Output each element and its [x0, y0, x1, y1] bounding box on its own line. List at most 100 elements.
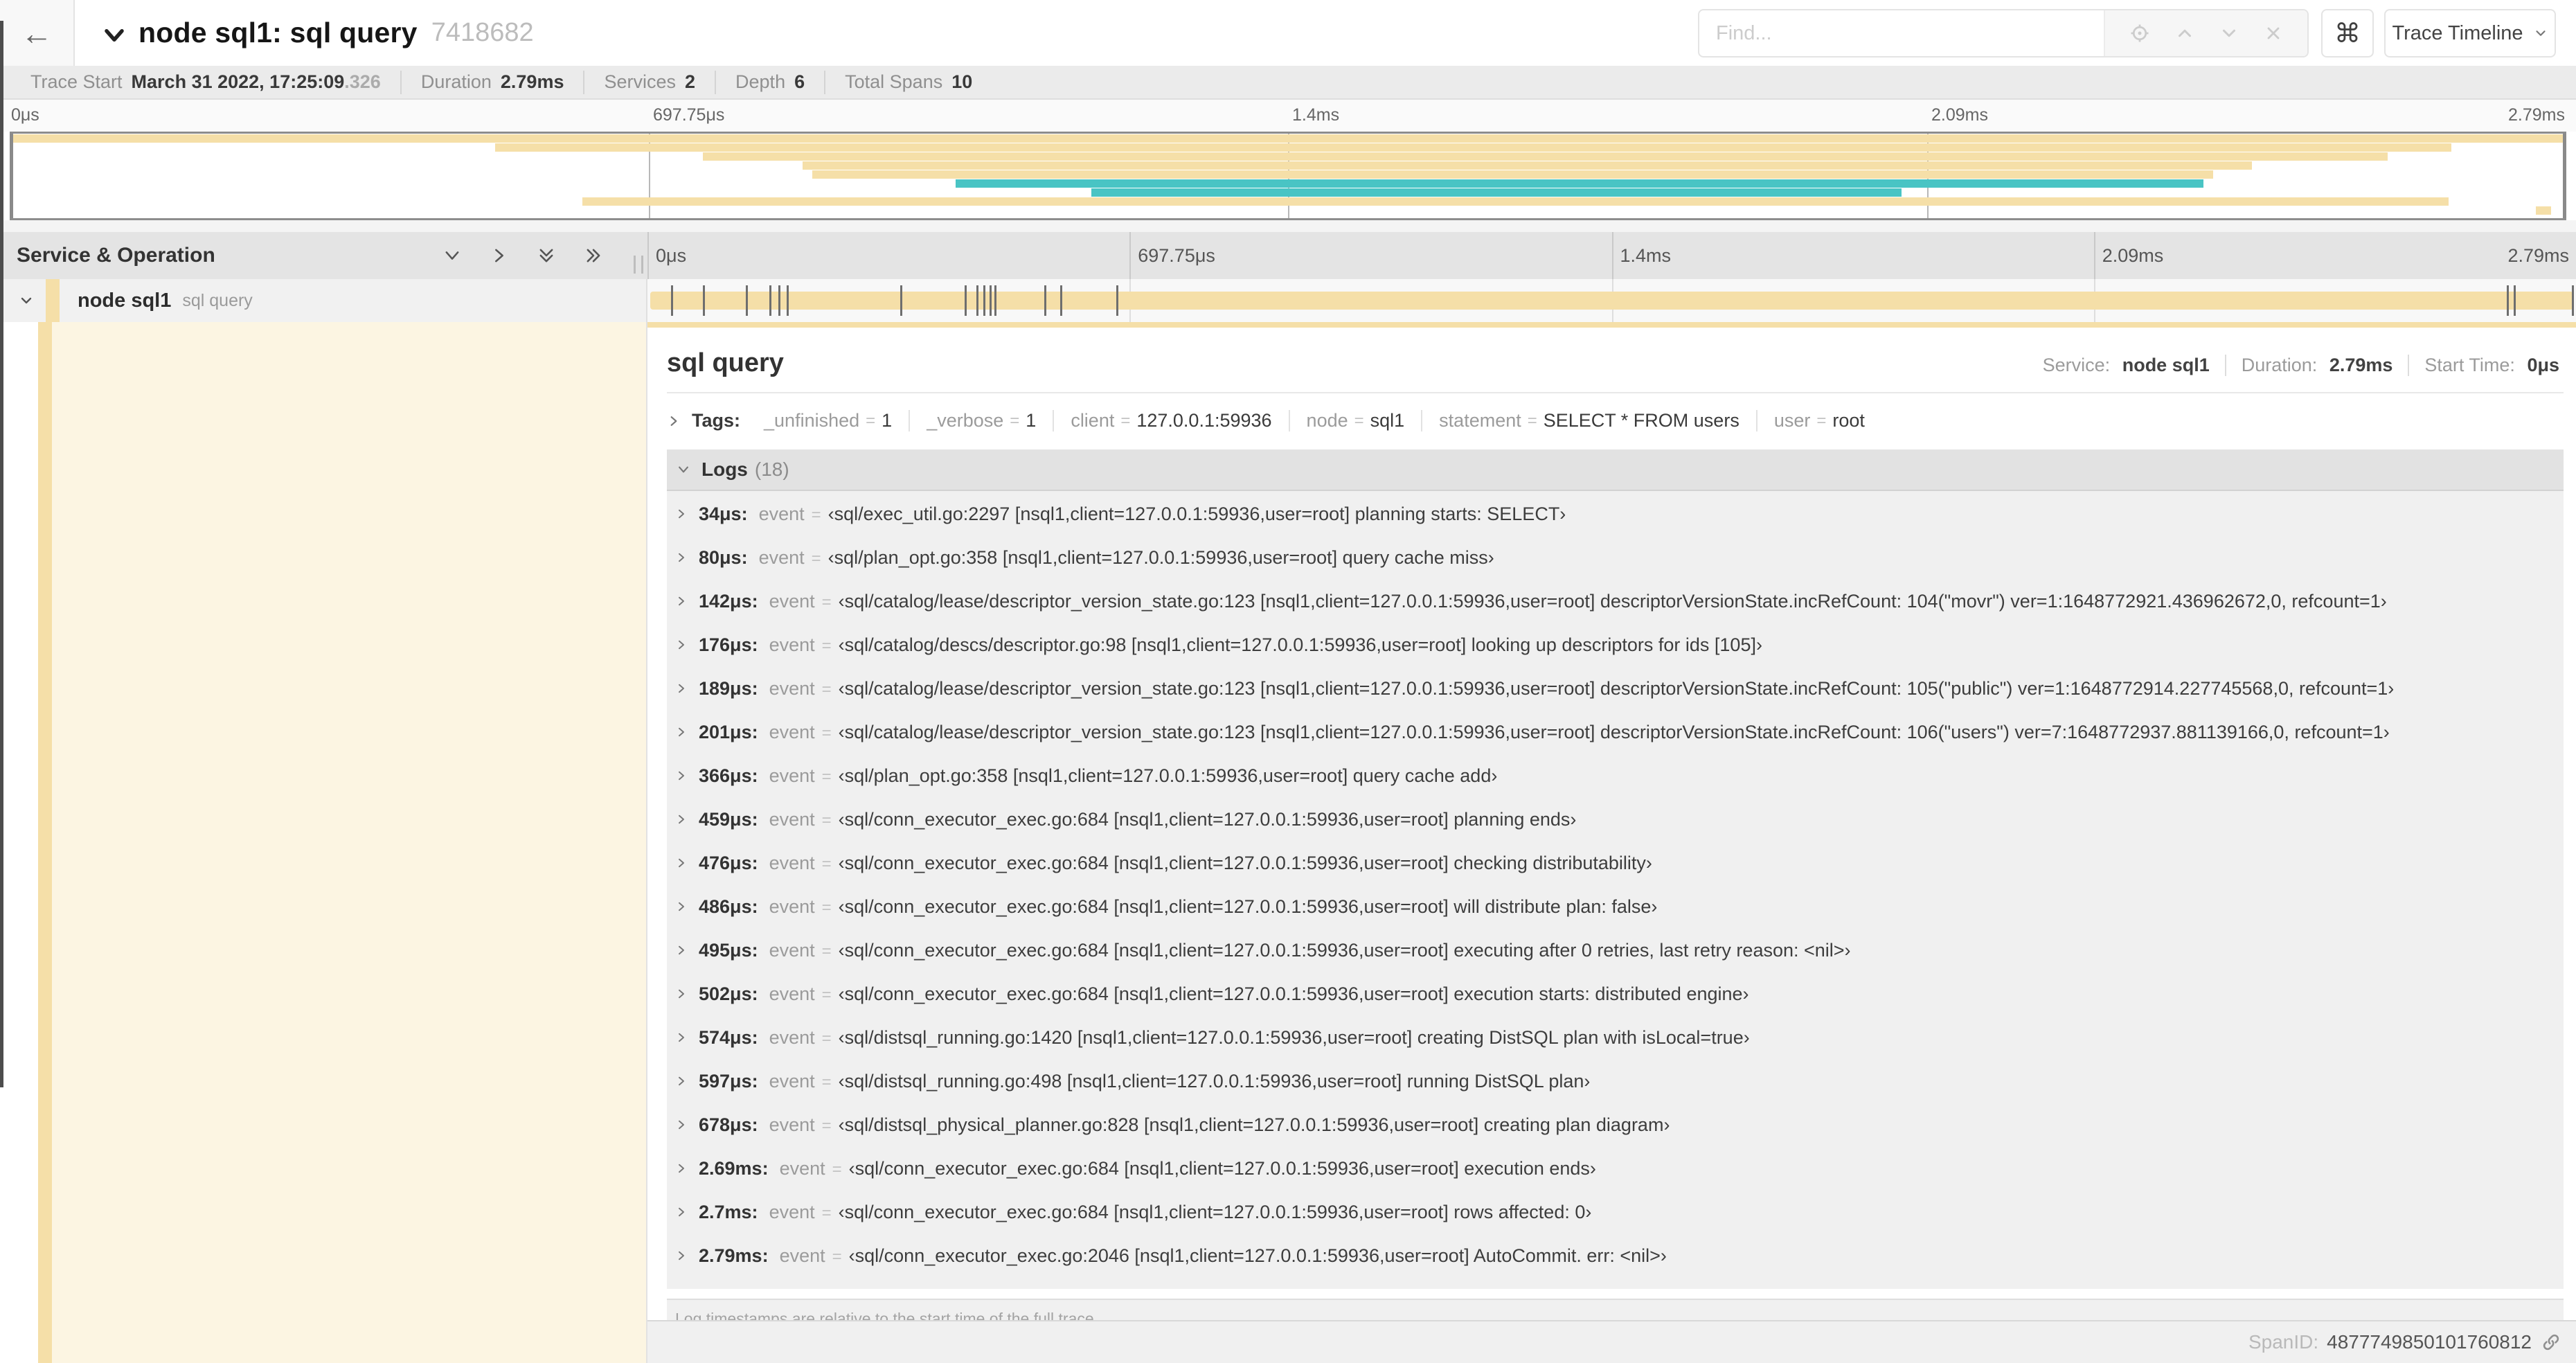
log-marker-tick[interactable] [1116, 285, 1118, 316]
chevron-right-icon[interactable] [675, 769, 688, 782]
log-row[interactable]: 176μs: event = ‹sql/catalog/descs/descri… [667, 634, 2564, 678]
chevron-right-icon[interactable] [675, 726, 688, 738]
find-input[interactable] [1699, 10, 2104, 56]
log-timestamp: 502μs: [699, 983, 758, 1004]
link-icon[interactable] [2541, 1333, 2561, 1352]
chevron-right-icon[interactable] [675, 813, 688, 826]
chevron-right-icon[interactable] [675, 1249, 688, 1262]
log-field-key: event [779, 1158, 825, 1179]
back-button[interactable]: ← [0, 0, 75, 67]
minimap-span-bar [702, 152, 2388, 161]
collapse-all-icon[interactable] [537, 246, 556, 265]
span-collapse-chevron-icon[interactable] [18, 292, 35, 309]
log-row[interactable]: 476μs: event = ‹sql/conn_executor_exec.g… [667, 853, 2564, 896]
log-row[interactable]: 142μs: event = ‹sql/catalog/lease/descri… [667, 591, 2564, 634]
log-marker-tick[interactable] [670, 285, 673, 316]
keyboard-shortcuts-button[interactable]: ⌘ [2321, 9, 2374, 57]
log-marker-tick[interactable] [1059, 285, 1062, 316]
log-row[interactable]: 189μs: event = ‹sql/catalog/lease/descri… [667, 678, 2564, 722]
find-prev-icon[interactable] [2174, 23, 2195, 44]
log-marker-tick[interactable] [2507, 285, 2510, 316]
log-marker-tick[interactable] [702, 285, 705, 316]
span-name-cell[interactable]: node sql1 sql query [0, 279, 647, 322]
chevron-right-icon[interactable] [675, 1119, 688, 1131]
tag-item: client = 127.0.0.1:59936 [1054, 410, 1290, 431]
log-marker-tick[interactable] [778, 285, 780, 316]
log-row[interactable]: 459μs: event = ‹sql/conn_executor_exec.g… [667, 809, 2564, 853]
chevron-right-icon[interactable] [675, 508, 688, 520]
chevron-right-icon[interactable] [675, 857, 688, 869]
logs-count: (18) [754, 458, 789, 480]
log-marker-tick[interactable] [1044, 285, 1046, 316]
minimap-canvas[interactable] [10, 132, 2566, 220]
minimap-left-drag-handle[interactable] [10, 134, 13, 218]
chevron-right-icon[interactable] [675, 639, 688, 651]
chevron-right-icon[interactable] [667, 414, 681, 428]
log-row[interactable]: 2.69ms: event = ‹sql/conn_executor_exec.… [667, 1158, 2564, 1202]
log-marker-tick[interactable] [990, 285, 992, 316]
log-row[interactable]: 34μs: event = ‹sql/exec_util.go:2297 [ns… [667, 504, 2564, 547]
minimap-tick-label: 1.4ms [1292, 105, 1340, 125]
log-row[interactable]: 486μs: event = ‹sql/conn_executor_exec.g… [667, 896, 2564, 940]
trace-summary-bar: Trace Start March 31 2022, 17:25:09 .326… [0, 66, 2576, 100]
minimap-tick-label: 697.75μs [653, 105, 725, 125]
log-marker-tick[interactable] [2514, 285, 2516, 316]
left-scrollbar[interactable] [0, 21, 3, 1087]
chevron-right-icon[interactable] [675, 1206, 688, 1218]
log-row[interactable]: 2.7ms: event = ‹sql/conn_executor_exec.g… [667, 1202, 2564, 1245]
chevron-right-icon[interactable] [675, 1162, 688, 1175]
tag-equals: = [1120, 411, 1131, 430]
expand-all-icon[interactable] [584, 246, 603, 265]
logs-label: Logs [701, 458, 748, 480]
chevron-right-icon[interactable] [675, 988, 688, 1000]
log-row[interactable]: 201μs: event = ‹sql/catalog/lease/descri… [667, 722, 2564, 765]
minimap-right-drag-handle[interactable] [2563, 134, 2566, 218]
chevron-right-icon[interactable] [675, 900, 688, 913]
log-row[interactable]: 495μs: event = ‹sql/conn_executor_exec.g… [667, 940, 2564, 983]
locate-icon[interactable] [2129, 23, 2150, 44]
span-timeline-track[interactable] [647, 279, 2576, 322]
chevron-right-icon[interactable] [675, 944, 688, 956]
log-marker-tick[interactable] [786, 285, 789, 316]
log-field-value: ‹sql/conn_executor_exec.go:684 [nsql1,cl… [838, 809, 1577, 830]
column-resizer-grip[interactable] [634, 256, 643, 274]
log-row[interactable]: 80μs: event = ‹sql/plan_opt.go:358 [nsql… [667, 547, 2564, 591]
span-duration-bar[interactable] [650, 292, 2573, 310]
chevron-right-icon[interactable] [675, 1075, 688, 1087]
log-row[interactable]: 678μs: event = ‹sql/distsql_physical_pla… [667, 1114, 2564, 1158]
chevron-right-icon[interactable] [675, 551, 688, 564]
logs-header[interactable]: Logs (18) [667, 449, 2564, 491]
log-marker-tick[interactable] [745, 285, 748, 316]
collapse-one-icon[interactable] [442, 246, 462, 265]
log-marker-tick[interactable] [994, 285, 997, 316]
minimap-row [10, 206, 2566, 215]
chevron-right-icon[interactable] [675, 682, 688, 695]
log-row[interactable]: 574μs: event = ‹sql/distsql_running.go:1… [667, 1027, 2564, 1071]
summary-value: 10 [951, 71, 973, 92]
find-next-icon[interactable] [2219, 23, 2239, 44]
find-clear-icon[interactable] [2264, 24, 2283, 43]
log-marker-tick[interactable] [769, 285, 771, 316]
log-marker-tick[interactable] [900, 285, 903, 316]
tags-row[interactable]: Tags: _unfinished = 1 _verbose = 1 clien… [647, 393, 2576, 447]
minimap-span-bar [495, 143, 2451, 152]
collapse-title-chevron-icon[interactable] [101, 22, 127, 48]
chevron-right-icon[interactable] [675, 595, 688, 607]
log-marker-tick[interactable] [983, 285, 986, 316]
chevron-down-icon[interactable] [677, 463, 690, 476]
log-field-equals: = [821, 942, 832, 961]
log-row[interactable]: 366μs: event = ‹sql/plan_opt.go:358 [nsq… [667, 765, 2564, 809]
expand-one-icon[interactable] [490, 246, 509, 265]
log-marker-tick[interactable] [965, 285, 967, 316]
tag-value: SELECT * FROM users [1543, 410, 1739, 431]
log-row[interactable]: 597μs: event = ‹sql/distsql_running.go:4… [667, 1071, 2564, 1114]
minimap-span-bar [582, 197, 2449, 206]
log-marker-tick[interactable] [976, 285, 979, 316]
log-marker-tick[interactable] [2572, 285, 2575, 316]
log-row[interactable]: 502μs: event = ‹sql/conn_executor_exec.g… [667, 983, 2564, 1027]
log-row[interactable]: 2.79ms: event = ‹sql/conn_executor_exec.… [667, 1245, 2564, 1289]
summary-label: Total Spans [845, 71, 943, 92]
log-timestamp: 678μs: [699, 1114, 758, 1135]
chevron-right-icon[interactable] [675, 1031, 688, 1044]
trace-view-dropdown[interactable]: Trace Timeline [2384, 9, 2556, 57]
